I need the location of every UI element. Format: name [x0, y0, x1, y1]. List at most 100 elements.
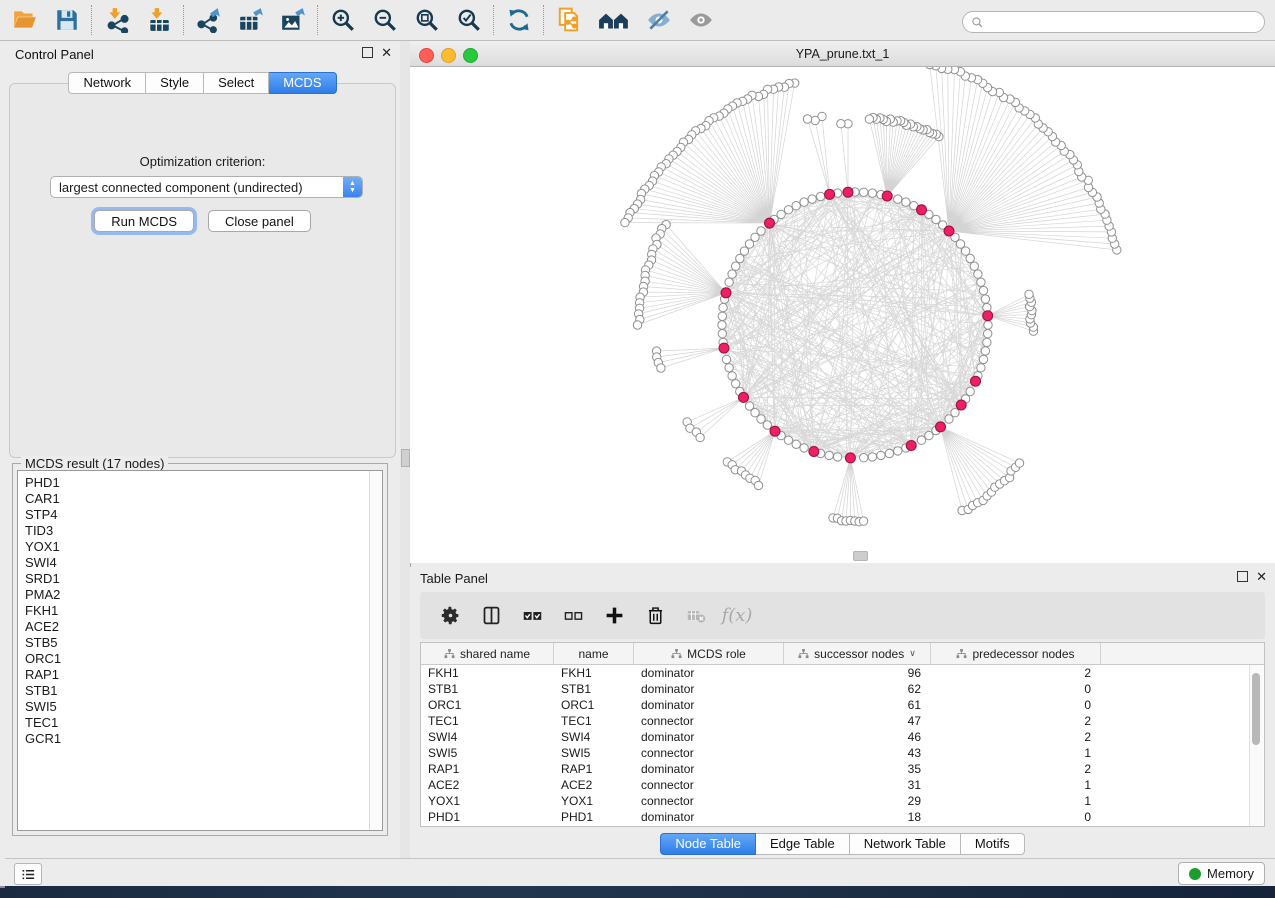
table-cell[interactable]: 2 [931, 761, 1101, 777]
table-cell[interactable]: FKH1 [421, 665, 554, 681]
column-header-shared-name[interactable]: shared name [421, 643, 554, 664]
network-node[interactable] [837, 120, 845, 128]
table-cell[interactable]: SWI5 [421, 745, 554, 761]
table-cell[interactable]: dominator [634, 665, 784, 681]
network-node[interactable] [859, 517, 867, 525]
network-node[interactable] [981, 295, 989, 303]
mcds-result-item[interactable]: RAP1 [18, 667, 369, 683]
table-cell[interactable]: 0 [931, 697, 1101, 713]
network-node[interactable] [868, 189, 876, 197]
column-header-name[interactable]: name [554, 643, 634, 664]
network-node[interactable] [784, 206, 792, 214]
network-node[interactable] [894, 447, 902, 455]
export-table-icon[interactable] [230, 2, 272, 38]
table-cell[interactable]: dominator [634, 809, 784, 825]
network-node[interactable] [811, 116, 819, 124]
zoom-selected-icon[interactable] [448, 2, 490, 38]
table-cell[interactable]: 47 [784, 713, 931, 729]
network-dominator-node[interactable] [739, 392, 749, 402]
network-node[interactable] [860, 188, 868, 196]
network-node[interactable] [966, 254, 974, 262]
mcds-result-item[interactable]: ACE2 [18, 619, 369, 635]
table-cell[interactable]: dominator [634, 681, 784, 697]
network-dominator-node[interactable] [809, 447, 819, 457]
table-row[interactable]: SWI4SWI4dominator462 [421, 729, 1264, 745]
table-cell[interactable]: YOX1 [554, 793, 634, 809]
memory-button[interactable]: Memory [1178, 862, 1265, 885]
network-dominator-node[interactable] [983, 311, 993, 321]
network-node[interactable] [722, 355, 730, 363]
mcds-result-item[interactable]: CAR1 [18, 491, 369, 507]
tab-motifs[interactable]: Motifs [961, 833, 1025, 855]
mcds-result-item[interactable]: STP4 [18, 507, 369, 523]
add-column-icon[interactable] [600, 602, 628, 630]
network-node[interactable] [917, 436, 925, 444]
network-node[interactable] [1025, 290, 1033, 298]
import-network-icon[interactable] [96, 2, 138, 38]
table-cell[interactable]: 1 [931, 793, 1101, 809]
network-node[interactable] [740, 247, 748, 255]
network-node[interactable] [732, 262, 740, 270]
clone-network-icon[interactable] [548, 2, 590, 38]
network-dominator-node[interactable] [906, 441, 916, 451]
float-panel-icon[interactable] [362, 47, 373, 58]
mcds-result-item[interactable]: STB1 [18, 683, 369, 699]
network-node[interactable] [865, 115, 873, 123]
network-node[interactable] [816, 192, 824, 200]
optimization-criterion-select[interactable]: largest connected component (undirected)… [50, 176, 363, 198]
refresh-icon[interactable] [498, 2, 540, 38]
network-node[interactable] [983, 338, 991, 346]
network-node[interactable] [736, 254, 744, 262]
network-dominator-node[interactable] [845, 453, 855, 463]
table-cell[interactable]: FKH1 [554, 665, 634, 681]
mcds-result-item[interactable]: PMA2 [18, 587, 369, 603]
network-dominator-node[interactable] [944, 226, 954, 236]
table-cell[interactable]: connector [634, 745, 784, 761]
column-header-successor-nodes[interactable]: successor nodes∨ [784, 643, 931, 664]
table-cell[interactable]: 2 [931, 729, 1101, 745]
network-node[interactable] [792, 202, 800, 210]
table-row[interactable]: SWI5SWI5connector431 [421, 745, 1264, 761]
tab-node-table[interactable]: Node Table [660, 833, 756, 855]
open-file-icon[interactable] [4, 2, 46, 38]
network-dominator-node[interactable] [956, 400, 966, 410]
network-node[interactable] [728, 270, 736, 278]
table-cell[interactable]: 31 [784, 777, 931, 793]
network-node[interactable] [732, 380, 740, 388]
network-node[interactable] [657, 364, 665, 372]
network-node[interactable] [984, 330, 992, 338]
mcds-result-item[interactable]: SWI5 [18, 699, 369, 715]
table-cell[interactable]: 1 [931, 745, 1101, 761]
export-image-icon[interactable] [272, 2, 314, 38]
network-node[interactable] [894, 195, 902, 203]
select-all-icon[interactable] [518, 602, 546, 630]
network-node[interactable] [803, 115, 811, 123]
table-cell[interactable]: 18 [784, 809, 931, 825]
deselect-all-icon[interactable] [559, 602, 587, 630]
column-view-icon[interactable] [477, 602, 505, 630]
table-row[interactable]: TEC1TEC1connector472 [421, 713, 1264, 729]
table-cell[interactable]: 0 [931, 809, 1101, 825]
zoom-in-icon[interactable] [322, 2, 364, 38]
zoom-fit-icon[interactable] [406, 2, 448, 38]
float-table-panel-icon[interactable] [1237, 571, 1248, 582]
table-scrollbar-thumb[interactable] [1252, 673, 1260, 745]
table-row[interactable]: YOX1YOX1connector291 [421, 793, 1264, 809]
network-node[interactable] [825, 451, 833, 459]
mcds-result-item[interactable]: STB5 [18, 635, 369, 651]
mcds-result-item[interactable]: YOX1 [18, 539, 369, 555]
network-node[interactable] [1015, 459, 1023, 467]
network-dominator-node[interactable] [765, 218, 775, 228]
table-cell[interactable]: 46 [784, 729, 931, 745]
table-cell[interactable]: 0 [931, 681, 1101, 697]
table-row[interactable]: ACE2ACE2connector311 [421, 777, 1264, 793]
network-node[interactable] [977, 364, 985, 372]
network-node[interactable] [977, 278, 985, 286]
close-panel-icon[interactable]: ✕ [381, 47, 392, 58]
table-scrollbar[interactable] [1249, 665, 1263, 826]
network-node[interactable] [718, 321, 726, 329]
mcds-result-item[interactable]: GCR1 [18, 731, 369, 747]
table-cell[interactable]: 2 [931, 665, 1101, 681]
network-dominator-node[interactable] [770, 426, 780, 436]
hide-selected-icon[interactable] [638, 2, 680, 38]
